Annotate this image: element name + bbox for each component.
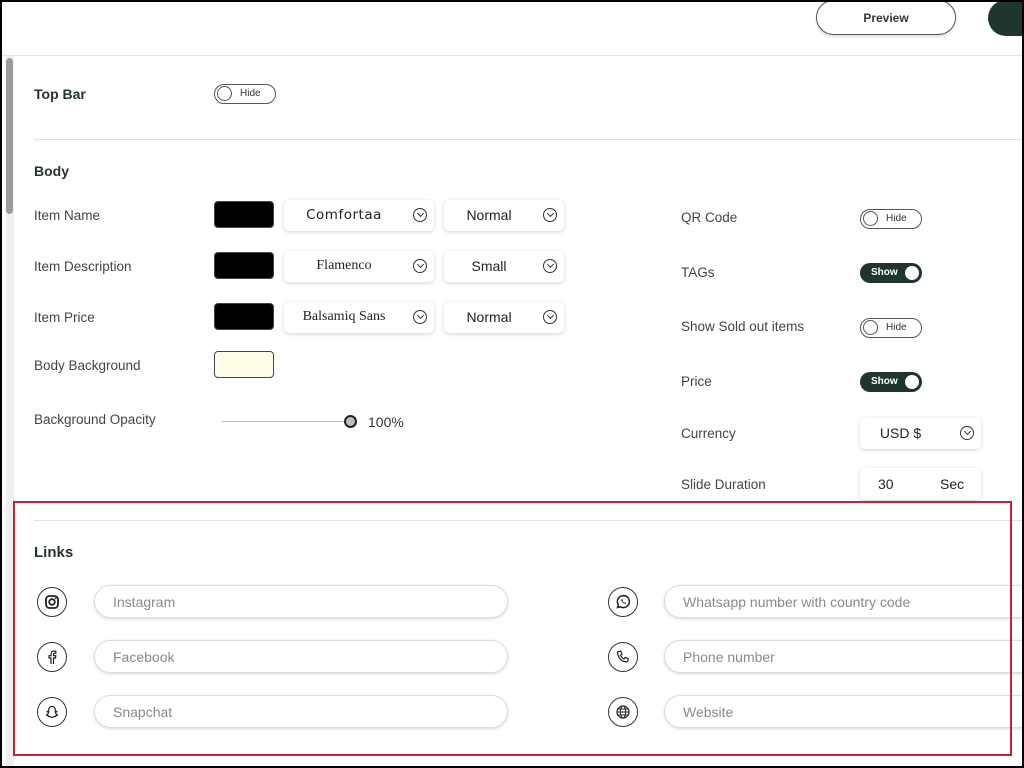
tags-label: TAGs (681, 265, 715, 280)
divider (34, 520, 1022, 521)
item-price-size-select[interactable]: Normal (444, 302, 564, 333)
qr-code-toggle[interactable]: Hide (860, 209, 922, 229)
whatsapp-input[interactable] (664, 585, 1022, 618)
item-name-color-swatch[interactable] (214, 201, 274, 228)
select-value: Flamenco (316, 258, 372, 273)
sold-out-label: Show Sold out items (681, 319, 805, 334)
body-background-label: Body Background (34, 358, 141, 373)
background-opacity-label: Background Opacity (34, 412, 156, 427)
preview-button[interactable]: Preview (816, 2, 956, 35)
chevron-down-icon (413, 208, 427, 222)
toggle-knob (905, 375, 919, 389)
slide-duration-input[interactable]: 30 Sec (860, 468, 981, 500)
sold-out-toggle[interactable]: Hide (860, 318, 922, 338)
opacity-slider-track[interactable] (222, 421, 350, 422)
item-description-color-swatch[interactable] (214, 252, 274, 279)
select-value: Normal (466, 207, 512, 223)
chevron-down-icon (960, 426, 974, 440)
item-description-font-select[interactable]: Flamenco (284, 251, 434, 282)
snapchat-icon (37, 697, 67, 727)
tags-toggle[interactable]: Show (860, 263, 922, 283)
item-price-label: Item Price (34, 310, 95, 325)
scrollbar-thumb[interactable] (6, 58, 13, 214)
toggle-label: Show (871, 267, 898, 278)
item-name-label: Item Name (34, 208, 101, 223)
item-description-size-select[interactable]: Small (444, 251, 564, 282)
currency-select[interactable]: USD $ (860, 418, 981, 449)
phone-icon (608, 642, 638, 672)
instagram-input[interactable] (94, 585, 508, 618)
whatsapp-icon (608, 587, 638, 617)
body-background-color-swatch[interactable] (214, 351, 274, 378)
website-input[interactable] (664, 695, 1022, 728)
chevron-down-icon (543, 259, 557, 273)
chevron-down-icon (543, 208, 557, 222)
snapchat-input[interactable] (94, 695, 508, 728)
select-value: Small (471, 258, 507, 274)
toggle-label: Hide (240, 88, 261, 99)
top-bar-toggle[interactable]: Hide (214, 84, 276, 104)
toggle-knob (863, 320, 878, 335)
select-value: Normal (466, 309, 512, 325)
chevron-down-icon (543, 310, 557, 324)
item-name-size-select[interactable]: Normal (444, 200, 564, 231)
duration-value: 30 (878, 476, 894, 492)
links-title: Links (34, 544, 74, 561)
toggle-label: Hide (886, 322, 907, 333)
price-label: Price (681, 374, 712, 389)
item-description-label: Item Description (34, 259, 132, 274)
chevron-down-icon (413, 259, 427, 273)
divider (34, 139, 1022, 140)
body-title: Body (34, 163, 69, 179)
header: Preview (2, 2, 1022, 56)
instagram-icon (37, 587, 67, 617)
top-bar-title: Top Bar (34, 86, 86, 102)
duration-unit: Sec (940, 476, 965, 492)
select-value: USD $ (879, 425, 922, 441)
item-name-font-select[interactable]: Comfortaa (284, 200, 434, 231)
price-toggle[interactable]: Show (860, 372, 922, 392)
facebook-icon (37, 642, 67, 672)
save-button[interactable] (988, 2, 1022, 36)
select-value: Balsamiq Sans (302, 309, 386, 324)
toggle-label: Hide (886, 213, 907, 224)
globe-icon (608, 697, 638, 727)
toggle-knob (217, 86, 232, 101)
toggle-knob (863, 211, 878, 226)
toggle-label: Show (871, 376, 898, 387)
opacity-value: 100% (368, 414, 404, 430)
slide-duration-label: Slide Duration (681, 477, 766, 492)
facebook-input[interactable] (94, 640, 508, 673)
toggle-knob (905, 266, 919, 280)
phone-input[interactable] (664, 640, 1022, 673)
opacity-slider-handle[interactable] (344, 415, 357, 428)
qr-code-label: QR Code (681, 210, 738, 225)
item-price-color-swatch[interactable] (214, 303, 274, 330)
select-value: Comfortaa (306, 207, 382, 223)
chevron-down-icon (413, 310, 427, 324)
item-price-font-select[interactable]: Balsamiq Sans (284, 302, 434, 333)
settings-panel: Preview Top Bar Hide Body Item Name Comf… (2, 2, 1022, 766)
currency-label: Currency (681, 426, 736, 441)
